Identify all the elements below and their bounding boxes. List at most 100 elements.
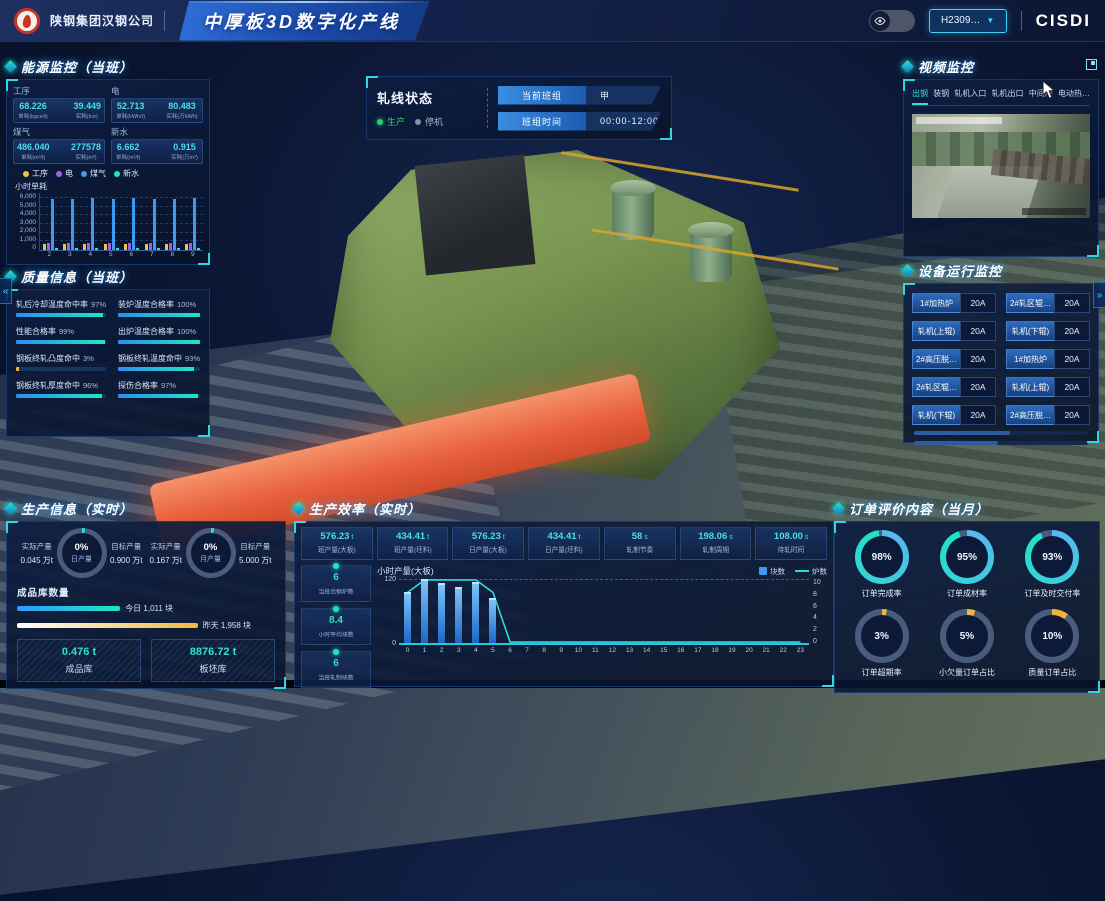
- energy-value: 80.483: [165, 101, 199, 111]
- stat-label: 待轧时间: [759, 545, 823, 555]
- order-donut-value: 98%: [872, 552, 892, 563]
- collapse-right-arrow[interactable]: »: [1093, 282, 1105, 308]
- x-tick-label: 7: [142, 251, 163, 258]
- x-tick-label: 9: [553, 647, 570, 654]
- legend-line-series[interactable]: 炉数: [795, 566, 827, 577]
- order-donut: 93%: [1025, 530, 1079, 584]
- order-donut-value: 10%: [1042, 631, 1062, 642]
- y-tick-label: 3,000: [20, 219, 36, 226]
- legend-item[interactable]: 煤气: [81, 168, 106, 179]
- efficiency-side-stat: 8.4小时平均块数: [301, 608, 371, 645]
- stat-value: 58 s: [606, 531, 674, 542]
- device-chip: 2#轧区辊…20A: [1006, 293, 1090, 313]
- stat-unit: t: [577, 534, 581, 541]
- yesterday-stock-label: 昨天 1,958 块: [203, 620, 251, 631]
- legend-item[interactable]: 工序: [23, 168, 48, 179]
- order-donut-value: 93%: [1042, 552, 1062, 563]
- quality-progress-fill: [16, 367, 19, 371]
- order-donut-cell: 95%订单成材率: [926, 530, 1007, 599]
- order-donut-value: 95%: [957, 552, 977, 563]
- tab-camera-3[interactable]: 轧机出口: [992, 86, 1024, 105]
- bar: [438, 583, 445, 643]
- x-tick-label: 4: [80, 251, 101, 258]
- x-tick-label: 8: [536, 647, 553, 654]
- camera-tabs: 出钢装钢轧机入口轧机出口中间冷电动热…: [912, 86, 1090, 106]
- tab-camera-5[interactable]: 电动热…: [1058, 86, 1090, 105]
- quality-value: 100%: [177, 327, 196, 336]
- expand-icon[interactable]: [1086, 59, 1097, 70]
- production-panel-title: 生产信息（实时）: [6, 498, 286, 518]
- today-stock-label: 今日 1,011 块: [125, 603, 173, 614]
- bar: [165, 244, 168, 250]
- order-donut-value: 3%: [874, 631, 888, 642]
- x-tick-label: 3: [60, 251, 81, 258]
- legend-stopped-label: 停机: [425, 115, 443, 128]
- legend-item[interactable]: 电: [56, 168, 73, 179]
- month-actual: 实际产量 0.167 万t: [146, 541, 186, 566]
- diamond-icon: [292, 502, 305, 515]
- green-dot-icon: [377, 119, 383, 125]
- x-axis: 01234567891011121314151617181920212223: [399, 647, 809, 654]
- order-donut: 3%: [855, 609, 909, 663]
- energy-group-gas: 煤气 486.040单耗(m³/t) 277578实耗(m³): [13, 126, 105, 164]
- label: 实际产量: [17, 541, 57, 552]
- value: 0.167 万t: [146, 555, 186, 566]
- x-tick-label: 23: [792, 647, 809, 654]
- stat-label: 轧制周期: [683, 545, 747, 555]
- bar-group: [60, 199, 80, 250]
- energy-sublabel: 实耗(万m³): [171, 152, 198, 160]
- bar: [112, 199, 115, 250]
- quality-progress-fill: [16, 394, 102, 398]
- scrollbar-thumb[interactable]: [914, 431, 1010, 435]
- energy-value: 0.915: [170, 142, 199, 152]
- x-tick-label: 4: [467, 647, 484, 654]
- legend-item[interactable]: 新水: [114, 168, 139, 179]
- company-name: 陕钢集团汉钢公司: [50, 12, 154, 29]
- bar: [104, 244, 107, 250]
- device-scrollbar[interactable]: [914, 431, 1088, 435]
- yesterday-stock-bar: [17, 623, 198, 628]
- flame-icon: [22, 14, 31, 28]
- mill-cylinder: [690, 230, 732, 282]
- y-tick-label: 2: [813, 626, 817, 633]
- scrollbar-thumb[interactable]: [914, 441, 998, 445]
- tab-camera-0[interactable]: 出钢: [912, 86, 928, 105]
- quality-item: 钢板终轧温度命中93%: [118, 353, 200, 371]
- energy-panel-title: 能源监控（当班）: [6, 56, 210, 76]
- quality-progress-track: [118, 367, 200, 371]
- stat-unit: t: [425, 534, 429, 541]
- camera-feed[interactable]: [912, 114, 1090, 218]
- device-name: 轧机(下辊): [912, 405, 960, 425]
- company-logo: [14, 8, 40, 34]
- device-chip: 2#轧区辊…20A: [912, 377, 996, 397]
- page-title: 中厚板3D数字化产线: [203, 8, 400, 34]
- left-axis: 1200: [377, 579, 399, 645]
- heat-number-select[interactable]: H2309… ▼: [929, 9, 1007, 33]
- month-gauge: 0% 月产量: [186, 528, 236, 578]
- energy-sublabel: 单耗(m³/t): [116, 152, 140, 160]
- shift-time-row: 班组时间 00:00-12:00: [498, 112, 661, 131]
- collapse-left-arrow[interactable]: «: [0, 278, 12, 304]
- bar: [108, 243, 111, 250]
- visibility-toggle[interactable]: [869, 10, 915, 32]
- y-tick-label: 10: [813, 579, 821, 586]
- device-scrollbar[interactable]: [914, 441, 1088, 445]
- x-tick-label: 0: [399, 647, 416, 654]
- quality-value: 97%: [91, 300, 106, 309]
- month-gauge-label: 月产量: [200, 554, 221, 564]
- device-current-value: 20A: [1054, 377, 1090, 397]
- energy-value: 68.226: [17, 101, 49, 111]
- device-current-value: 20A: [960, 321, 996, 341]
- stock-title: 成品库数量: [17, 585, 275, 599]
- tab-camera-2[interactable]: 轧机入口: [954, 86, 986, 105]
- tab-camera-1[interactable]: 装钢: [933, 86, 949, 105]
- legend-bar-series[interactable]: 块数: [759, 566, 785, 577]
- stat-value: 434.41 t: [530, 531, 598, 542]
- bar-group: [183, 198, 203, 250]
- topbar: 陕钢集团汉钢公司 中厚板3D数字化产线 H2309… ▼ CISDI: [0, 0, 1105, 42]
- bar: [193, 198, 196, 250]
- efficiency-stats-row: 576.23 t班产量(大板)434.41 t班产量(坯料)576.23 t日产…: [301, 527, 827, 560]
- quality-item: 装炉温度合格率100%: [118, 299, 200, 317]
- device-chip: 1#加热炉20A: [1006, 349, 1090, 369]
- bar-group: [40, 199, 60, 250]
